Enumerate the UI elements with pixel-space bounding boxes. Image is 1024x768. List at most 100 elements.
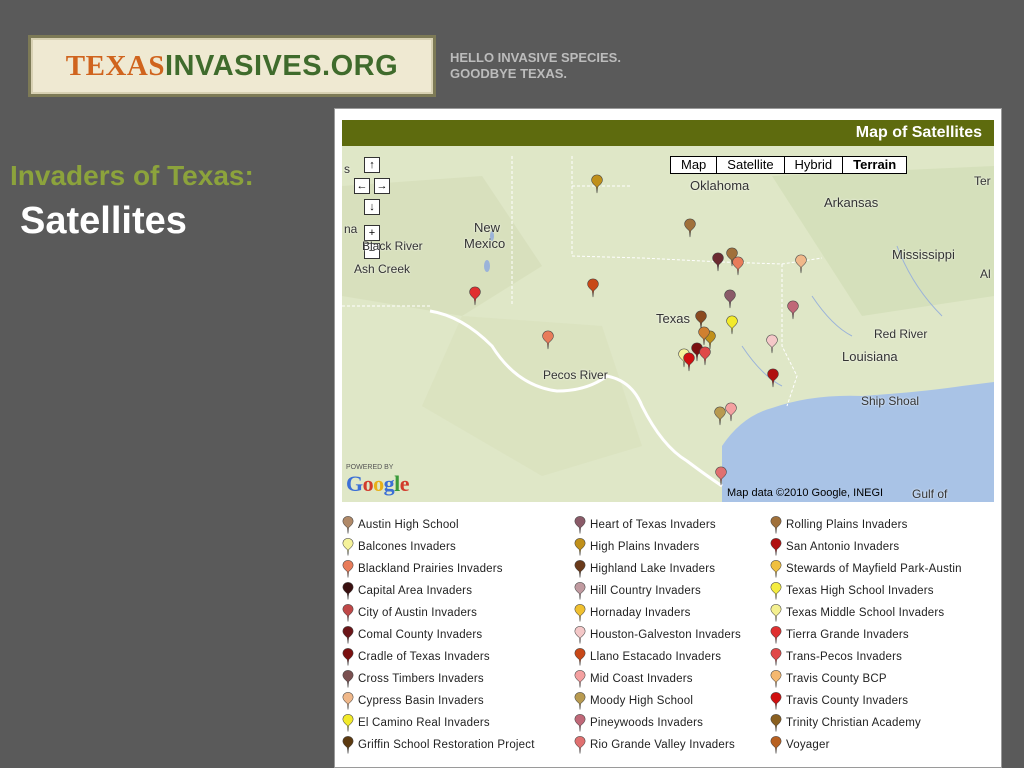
map-pin-icon xyxy=(574,670,586,688)
map-pin-icon xyxy=(787,300,799,320)
map-type-terrain-button[interactable]: Terrain xyxy=(843,157,906,173)
pan-up-button[interactable]: ↑ xyxy=(364,157,380,173)
map-marker[interactable] xyxy=(683,218,697,238)
label-ash-creek: Ash Creek xyxy=(354,262,411,276)
map-pin-icon xyxy=(574,714,586,732)
map-pin-icon xyxy=(732,256,744,276)
map-pin-icon xyxy=(342,582,354,600)
label-mississippi: Mississippi xyxy=(892,247,955,262)
site-logo[interactable]: TEXASINVASIVES.ORG xyxy=(28,35,436,97)
map-marker[interactable] xyxy=(725,315,739,335)
legend-item-label: Highland Lake Invaders xyxy=(590,563,716,575)
map-pin-icon xyxy=(342,560,354,578)
map-pin-icon xyxy=(770,692,782,710)
map-pin-icon xyxy=(770,538,782,556)
label-ter: Ter xyxy=(974,174,991,188)
terrain-patch xyxy=(422,316,642,476)
map-marker[interactable] xyxy=(714,466,728,486)
legend-item-label: Cradle of Texas Invaders xyxy=(358,651,490,663)
map-marker[interactable] xyxy=(731,256,745,276)
terrain-patch xyxy=(772,166,994,316)
map-attribution[interactable]: Map data ©2010 Google, INEGI xyxy=(727,487,883,499)
google-logo[interactable]: POWERED BY Google xyxy=(346,464,410,497)
legend-item-label: Blackland Prairies Invaders xyxy=(358,563,503,575)
pan-right-button[interactable]: → xyxy=(374,178,390,194)
map-pin-icon xyxy=(574,538,586,556)
label-al: Al xyxy=(980,267,991,281)
map-marker[interactable] xyxy=(468,286,482,306)
map-marker[interactable] xyxy=(590,174,604,194)
legend-item-label: Cypress Basin Invaders xyxy=(358,695,484,707)
legend-item-label: Trans-Pecos Invaders xyxy=(786,651,903,663)
tagline-line-2: GOODBYE TEXAS. xyxy=(450,66,568,81)
legend-item-label: Tierra Grande Invaders xyxy=(786,629,909,641)
map-marker[interactable] xyxy=(698,346,712,366)
lake-shape xyxy=(484,260,490,272)
map-pin-icon xyxy=(342,714,354,732)
legend-item-label: Texas High School Invaders xyxy=(786,585,934,597)
legend-item-label: Rio Grande Valley Invaders xyxy=(590,739,735,751)
map-panel: Map of Satellites ↑ ← → ↓ + − Map Satell… xyxy=(334,108,1002,768)
legend-item-label: Llano Estacado Invaders xyxy=(590,651,722,663)
label-edge-s: s xyxy=(344,162,350,176)
map-pin-icon xyxy=(574,582,586,600)
map-canvas[interactable]: ↑ ← → ↓ + − Map Satellite Hybrid Terrain… xyxy=(342,146,994,502)
map-pin-icon xyxy=(770,736,782,754)
legend-item-label: Mid Coast Invaders xyxy=(590,673,693,685)
page-heading: Invaders of Texas: xyxy=(10,160,254,191)
google-logo-text: Google xyxy=(346,471,410,496)
label-louisiana: Louisiana xyxy=(842,349,898,364)
map-pin-icon xyxy=(767,368,779,388)
map-type-hybrid-button[interactable]: Hybrid xyxy=(785,157,844,173)
gulf-water xyxy=(722,382,994,502)
map-marker[interactable] xyxy=(541,330,555,350)
label-gulf-of: Gulf of xyxy=(912,487,948,501)
map-marker[interactable] xyxy=(765,334,779,354)
label-edge-na: na xyxy=(344,222,358,236)
label-pecos-river: Pecos River xyxy=(543,368,608,382)
map-pin-icon xyxy=(683,352,695,372)
legend-item-label: Heart of Texas Invaders xyxy=(590,519,716,531)
logo-text-invasives: INVASIVES.ORG xyxy=(165,49,399,82)
map-pin-icon xyxy=(574,604,586,622)
legend-item-label: El Camino Real Invaders xyxy=(358,717,490,729)
map-pin-icon xyxy=(342,604,354,622)
legend-item-label: San Antonio Invaders xyxy=(786,541,900,553)
map-pin-icon xyxy=(770,516,782,534)
legend-item-label: Houston-Galveston Invaders xyxy=(590,629,741,641)
map-pin-icon xyxy=(726,315,738,335)
map-pin-icon xyxy=(574,736,586,754)
pan-down-button[interactable]: ↓ xyxy=(364,199,380,215)
map-pin-icon xyxy=(699,346,711,366)
legend-item-label: Hornaday Invaders xyxy=(590,607,691,619)
map-pin-icon xyxy=(684,218,696,238)
map-pin-icon xyxy=(342,516,354,534)
map-pin-icon xyxy=(342,692,354,710)
map-marker[interactable] xyxy=(711,252,725,272)
legend-item-label: Stewards of Mayfield Park-Austin xyxy=(786,563,962,575)
label-texas: Texas xyxy=(656,311,690,326)
legend-item-label: Texas Middle School Invaders xyxy=(786,607,945,619)
map-type-satellite-button[interactable]: Satellite xyxy=(717,157,785,173)
site-tagline: HELLO INVASIVE SPECIES. GOODBYE TEXAS. xyxy=(450,50,621,82)
map-type-map-button[interactable]: Map xyxy=(671,157,718,173)
tagline-line-1: HELLO INVASIVE SPECIES. xyxy=(450,50,621,65)
map-marker[interactable] xyxy=(723,289,737,309)
map-marker[interactable] xyxy=(713,406,727,426)
label-mexico: Mexico xyxy=(464,236,506,251)
label-black-river: Black River xyxy=(362,239,423,253)
map-pin-icon xyxy=(712,252,724,272)
map-pin-icon xyxy=(591,174,603,194)
legend-item-label: City of Austin Invaders xyxy=(358,607,478,619)
legend-item-label: Rolling Plains Invaders xyxy=(786,519,908,531)
map-pin-icon xyxy=(770,714,782,732)
legend-item-label: Cross Timbers Invaders xyxy=(358,673,484,685)
map-marker[interactable] xyxy=(766,368,780,388)
map-marker[interactable] xyxy=(682,352,696,372)
pan-left-button[interactable]: ← xyxy=(354,178,370,194)
map-marker[interactable] xyxy=(786,300,800,320)
map-marker[interactable] xyxy=(586,278,600,298)
map-pin-icon xyxy=(715,466,727,486)
label-red-river: Red River xyxy=(874,327,928,341)
map-marker[interactable] xyxy=(794,254,808,274)
